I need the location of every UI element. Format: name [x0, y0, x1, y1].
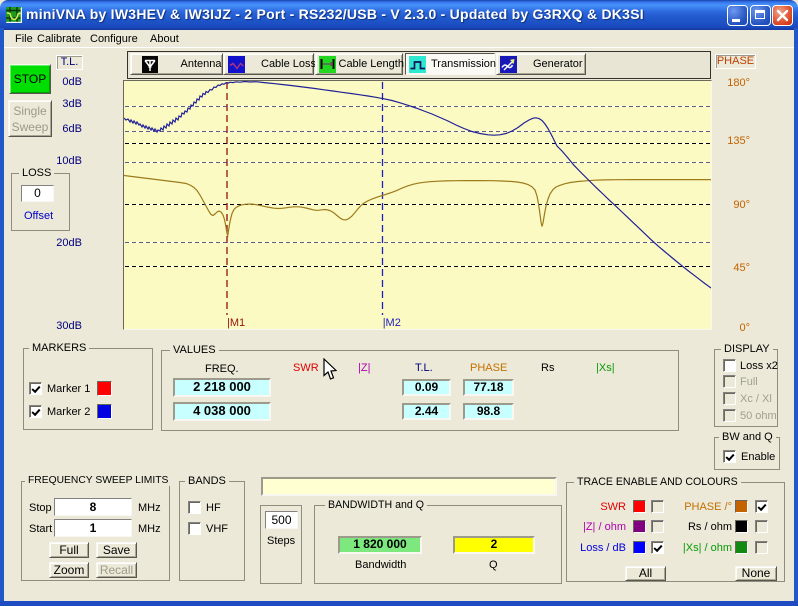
svg-text:|M1: |M1 — [227, 317, 245, 329]
svg-text:|M2: |M2 — [383, 317, 401, 329]
